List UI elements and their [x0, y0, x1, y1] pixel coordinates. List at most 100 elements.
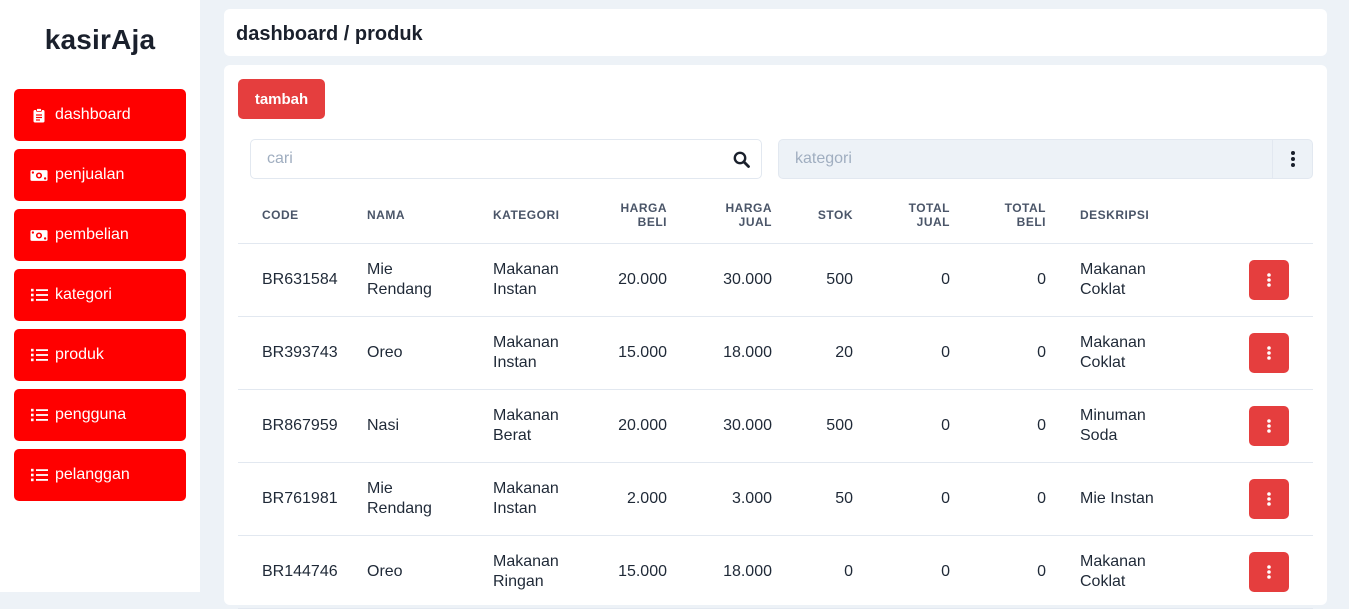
- cell-kategori: Makanan Instan: [483, 462, 597, 536]
- cell-kategori-line: Makanan: [493, 406, 559, 424]
- cell-kategori-line: Ringan: [493, 572, 544, 590]
- cell-harga-jual: 30.000: [677, 243, 782, 317]
- cell-deskripsi: Makanan Coklat: [1056, 535, 1169, 609]
- breadcrumb: dashboard / produk: [236, 23, 423, 45]
- col-header-total-jual-line2: JUAL: [916, 215, 950, 230]
- vertical-dots-icon: [1267, 345, 1271, 360]
- cell-code: BR867959: [238, 389, 357, 463]
- sidebar-item-pengguna[interactable]: pengguna: [14, 389, 186, 441]
- list-icon: [30, 348, 48, 362]
- cell-total-jual: 0: [863, 243, 960, 317]
- row-action-button[interactable]: [1249, 259, 1289, 300]
- cell-kategori-line: Instan: [493, 353, 537, 371]
- col-header-harga-beli-line1: HARGA: [620, 201, 667, 216]
- table-row: BR867959 Nasi Makanan Berat 20.000 30.000 500 0…: [238, 389, 1313, 463]
- cell-deskripsi: Makanan Coklat: [1056, 316, 1169, 390]
- sidebar-item-dashboard[interactable]: dashboard: [14, 89, 186, 141]
- table-row: BR631584 Mie Rendang Makanan Instan 20.000 30.…: [238, 243, 1313, 317]
- col-header-harga-jual-line1: HARGA: [725, 201, 772, 216]
- cell-total-beli: 0: [960, 316, 1056, 390]
- cell-actions: [1169, 316, 1313, 390]
- cell-total-jual: 0: [863, 535, 960, 609]
- table-row: BR393743 Oreo Makanan Instan 15.000 18.000 20 0…: [238, 316, 1313, 390]
- search-icon[interactable]: [733, 151, 750, 173]
- cell-actions: [1169, 462, 1313, 536]
- clipboard-icon: [30, 107, 48, 123]
- vertical-dots-icon: [1290, 151, 1295, 167]
- cell-code: BR144746: [238, 535, 357, 609]
- col-header-stok: STOK: [782, 188, 863, 244]
- cell-kategori-line: Makanan: [493, 552, 559, 570]
- brand-logo-text: kasirAja: [44, 24, 156, 55]
- cell-total-jual: 0: [863, 389, 960, 463]
- product-table: CODE NAMA KATEGORI HARGA BELI HARGA JUAL…: [238, 188, 1313, 609]
- cell-code: BR631584: [238, 243, 357, 317]
- cell-harga-beli: 20.000: [597, 243, 677, 317]
- cell-kategori-line: Instan: [493, 280, 537, 298]
- col-header-harga-beli-line2: BELI: [637, 215, 667, 230]
- cell-total-beli: 0: [960, 389, 1056, 463]
- sidebar-item-produk[interactable]: produk: [14, 329, 186, 381]
- col-header-harga-jual-line2: JUAL: [738, 215, 772, 230]
- col-header-code: CODE: [238, 188, 357, 244]
- cell-kategori-line: Instan: [493, 499, 537, 517]
- cell-nama-line: Oreo: [367, 343, 403, 361]
- cell-code: BR393743: [238, 316, 357, 390]
- col-header-total-jual-line1: TOTAL: [908, 201, 950, 216]
- cell-nama: Nasi: [357, 389, 483, 463]
- cell-actions: [1169, 243, 1313, 317]
- cell-kategori-line: Makanan: [493, 333, 559, 351]
- cell-total-beli: 0: [960, 243, 1056, 317]
- cell-stok: 0: [782, 535, 863, 609]
- product-panel: tambah CODE N: [224, 65, 1327, 609]
- cell-deskripsi: Mie Instan: [1056, 462, 1169, 536]
- col-header-harga-jual: HARGA JUAL: [677, 188, 782, 244]
- sidebar-item-kategori[interactable]: kategori: [14, 269, 186, 321]
- sidebar: kasirAja dashboard penjualan pembelian kate…: [0, 0, 200, 592]
- sidebar-item-penjualan[interactable]: penjualan: [14, 149, 186, 201]
- cell-deskripsi-line: Minuman: [1080, 406, 1146, 424]
- cell-harga-beli: 2.000: [597, 462, 677, 536]
- sidebar-item-label: pelanggan: [55, 466, 130, 483]
- list-icon: [30, 408, 48, 422]
- cell-deskripsi-line: Soda: [1080, 426, 1118, 444]
- cell-total-beli: 0: [960, 535, 1056, 609]
- col-header-actions: [1169, 188, 1313, 244]
- add-product-button[interactable]: tambah: [238, 79, 325, 119]
- cell-harga-beli: 15.000: [597, 316, 677, 390]
- table-header-row: CODE NAMA KATEGORI HARGA BELI HARGA JUAL…: [238, 188, 1313, 244]
- search-input[interactable]: [251, 140, 761, 178]
- table-row: BR761981 Mie Rendang Makanan Instan 2.000 3.00…: [238, 462, 1313, 536]
- sidebar-item-pelanggan[interactable]: pelanggan: [14, 449, 186, 501]
- vertical-dots-icon: [1267, 491, 1271, 506]
- row-action-button[interactable]: [1249, 405, 1289, 446]
- sidebar-item-label: dashboard: [55, 106, 131, 123]
- cell-stok: 500: [782, 389, 863, 463]
- cell-actions: [1169, 535, 1313, 609]
- list-icon: [30, 288, 48, 302]
- cell-total-beli: 0: [960, 462, 1056, 536]
- category-menu-button[interactable]: [1272, 140, 1312, 178]
- cell-nama: Oreo: [357, 316, 483, 390]
- cell-total-jual: 0: [863, 462, 960, 536]
- cell-kategori: Makanan Instan: [483, 243, 597, 317]
- sidebar-item-pembelian[interactable]: pembelian: [14, 209, 186, 261]
- category-input[interactable]: [779, 140, 1312, 178]
- row-action-button[interactable]: [1249, 478, 1289, 519]
- cell-deskripsi-line: Coklat: [1080, 280, 1126, 298]
- cell-deskripsi-line: Makanan: [1080, 260, 1146, 278]
- cell-harga-beli: 15.000: [597, 535, 677, 609]
- search-field: [250, 139, 762, 179]
- col-header-total-beli-line2: BELI: [1016, 215, 1046, 230]
- cell-nama-line: Rendang: [367, 280, 432, 298]
- row-action-button[interactable]: [1249, 332, 1289, 373]
- cell-deskripsi-line: Makanan: [1080, 552, 1146, 570]
- sidebar-item-label: kategori: [55, 286, 112, 303]
- cell-harga-jual: 3.000: [677, 462, 782, 536]
- row-action-button[interactable]: [1249, 551, 1289, 592]
- cell-nama: Oreo: [357, 535, 483, 609]
- cell-nama-line: Nasi: [367, 416, 400, 434]
- cell-kategori: Makanan Berat: [483, 389, 597, 463]
- col-header-deskripsi: DESKRIPSI: [1056, 188, 1169, 244]
- cell-total-jual: 0: [863, 316, 960, 390]
